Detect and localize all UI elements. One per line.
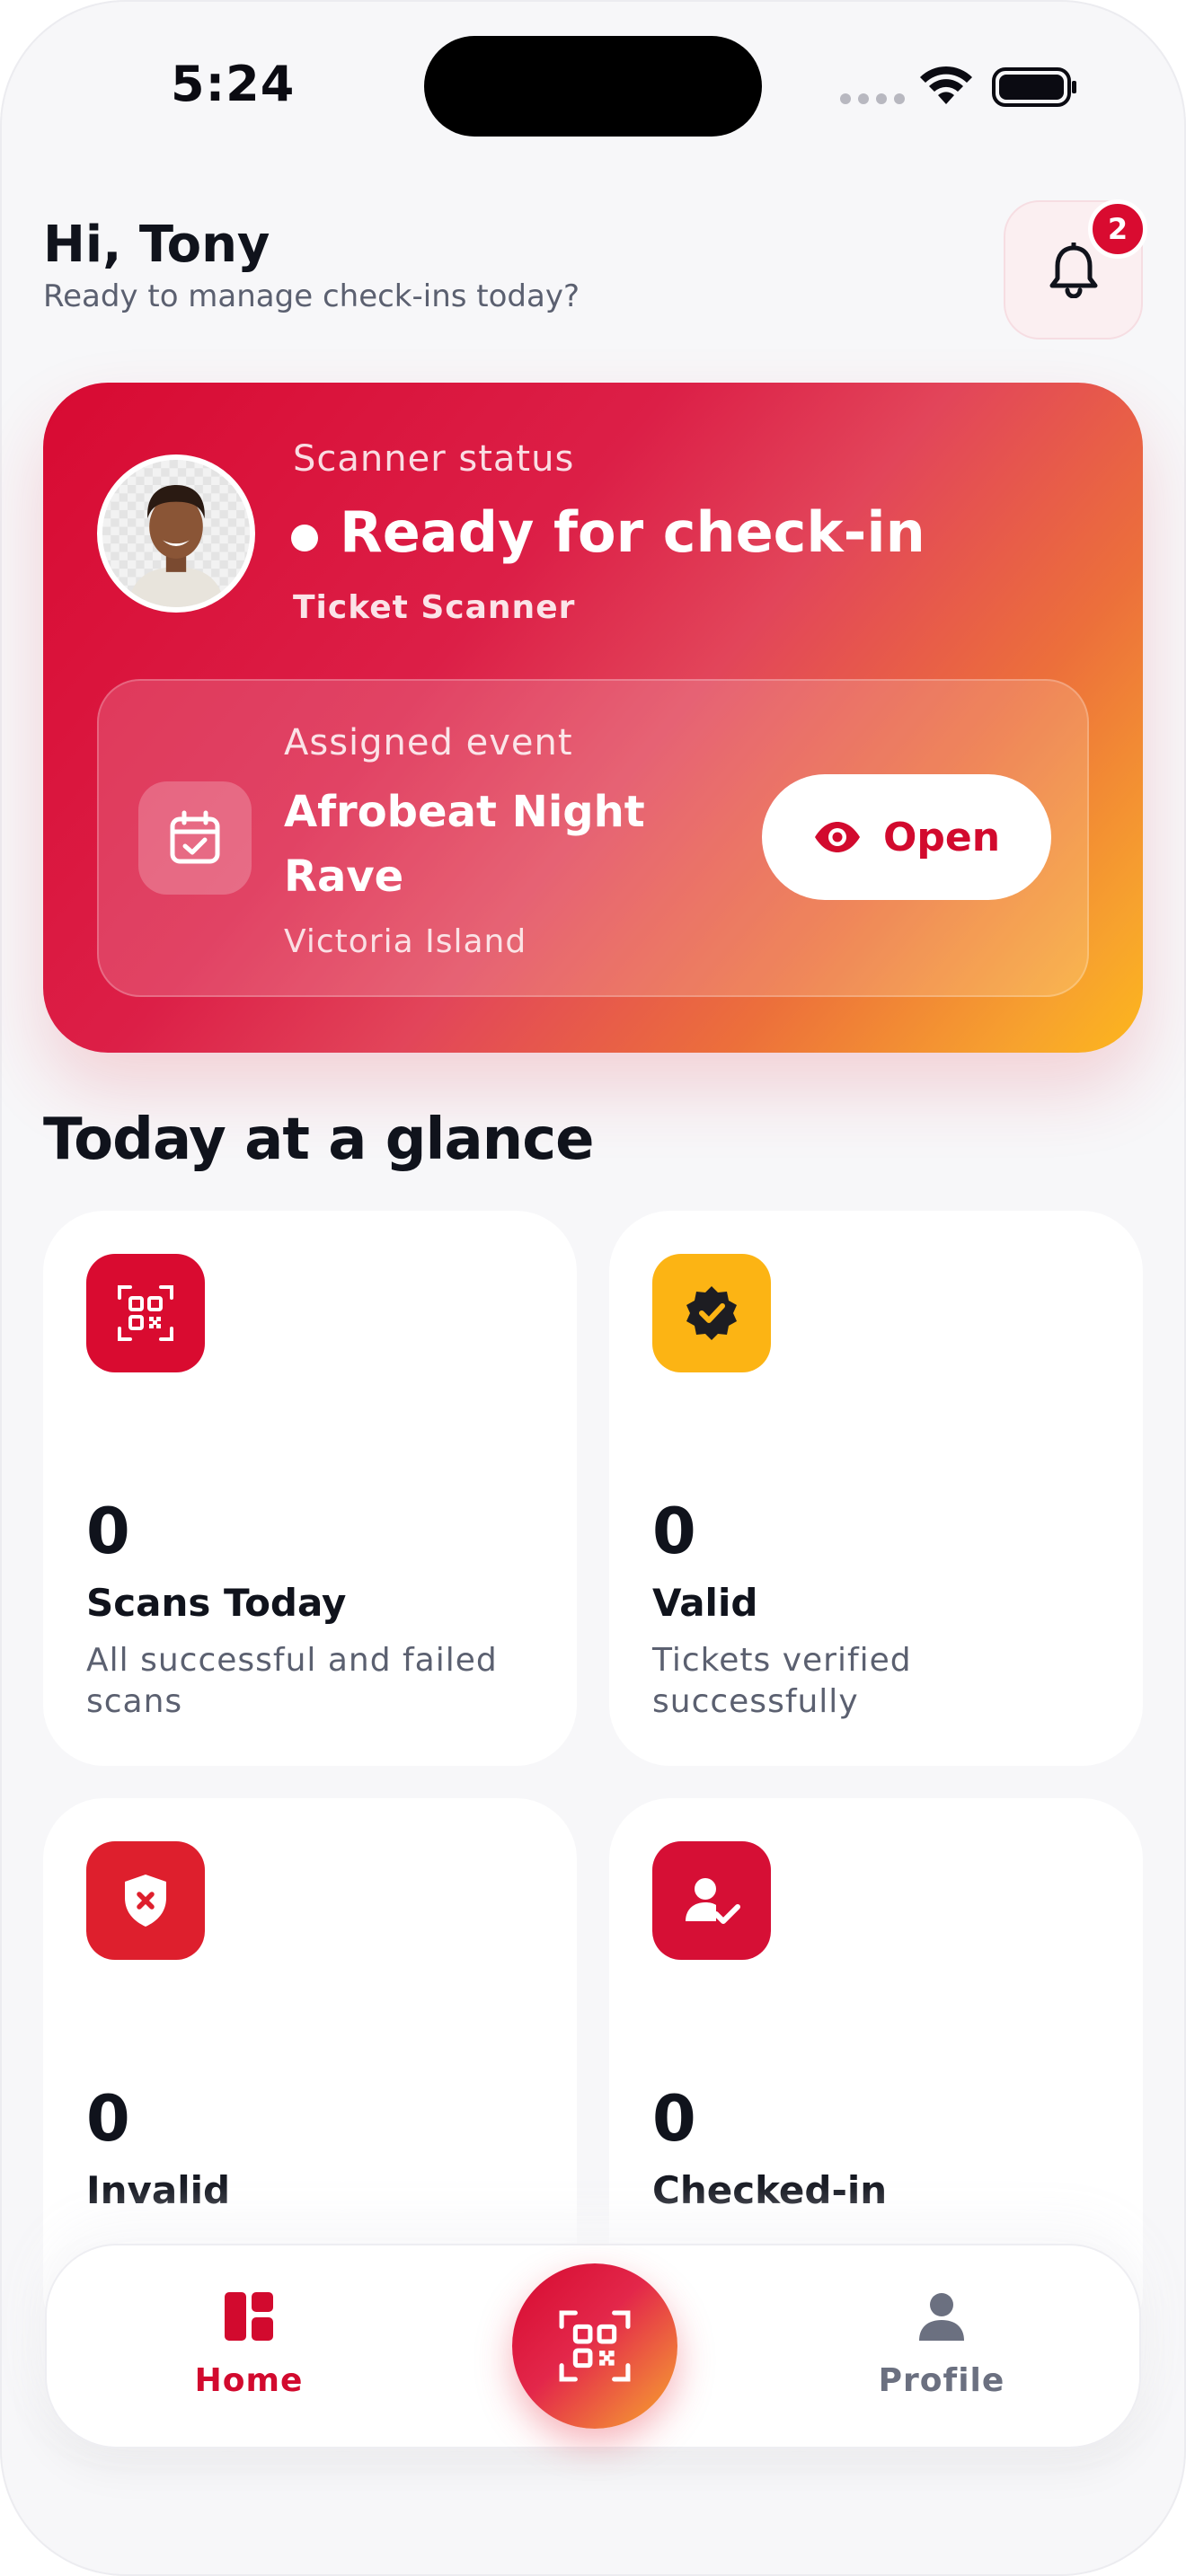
dynamic-island (424, 36, 762, 137)
shield-x-icon (125, 1875, 166, 1927)
event-name: Afrobeat Night Rave (284, 787, 645, 902)
stat-value: 0 (652, 1495, 696, 1568)
stat-description: All successful and failed scans (86, 1642, 498, 1720)
avatar (97, 454, 255, 613)
status-dot (291, 525, 318, 551)
section-title: Today at a glance (43, 1107, 595, 1173)
eye-icon (814, 822, 860, 852)
stat-description: Tickets verified successfully (652, 1642, 912, 1720)
qr-scan-icon (118, 1285, 173, 1341)
assigned-event-label: Assigned event (284, 722, 573, 763)
open-event-button[interactable]: Open (762, 774, 1051, 900)
nav-item-profile[interactable]: Profile (843, 2290, 1040, 2399)
stat-icon-tile (86, 1841, 205, 1960)
stat-title: Scans Today (86, 1581, 347, 1625)
assigned-event-panel: Assigned event Afrobeat Night Rave Victo… (97, 679, 1089, 997)
calendar-tile (138, 781, 252, 895)
notification-badge: 2 (1088, 199, 1147, 259)
scanner-role: Ticket Scanner (293, 589, 576, 626)
greeting-subtitle: Ready to manage check-ins today? (43, 278, 580, 314)
battery-icon (992, 67, 1076, 107)
user-check-icon (686, 1878, 740, 1924)
scanner-status-card: Scanner status Ready for check-in Ticket… (43, 383, 1143, 1053)
stat-title: Invalid (86, 2168, 231, 2212)
stat-value: 0 (86, 2082, 130, 2156)
stat-icon-tile (86, 1254, 205, 1372)
phone-screen: 5:24 Hi, Tony Ready to manage check-ins … (0, 0, 1186, 2576)
stat-title: Checked-in (652, 2168, 888, 2212)
nav-label-profile: Profile (878, 2362, 1005, 2399)
open-button-label: Open (882, 814, 1001, 860)
stat-card-scans-today[interactable]: 0 Scans Today All successful and failed … (43, 1211, 577, 1766)
scanner-status-label: Scanner status (293, 438, 575, 480)
stat-title: Valid (652, 1581, 758, 1625)
verified-badge-icon (686, 1286, 737, 1340)
calendar-check-icon (170, 810, 220, 864)
status-time: 5:24 (171, 56, 296, 112)
cellular-signal-icon (840, 93, 905, 104)
stat-icon-tile (652, 1254, 771, 1372)
dashboard-icon (225, 2292, 273, 2341)
bell-icon (1049, 242, 1097, 298)
bottom-navigation: Home Profile (45, 2244, 1141, 2448)
stat-card-valid[interactable]: 0 Valid Tickets verified successfully (609, 1211, 1143, 1766)
greeting-title: Hi, Tony (43, 216, 270, 274)
event-location: Victoria Island (284, 923, 527, 960)
stat-value: 0 (652, 2082, 696, 2156)
scanner-status-value: Ready for check-in (340, 499, 925, 565)
stat-icon-tile (652, 1841, 771, 1960)
nav-item-home[interactable]: Home (150, 2290, 348, 2399)
qr-scan-icon (559, 2310, 631, 2382)
stat-value: 0 (86, 1495, 130, 1568)
user-icon (919, 2293, 964, 2341)
nav-label-home: Home (194, 2362, 304, 2399)
wifi-icon (920, 66, 972, 104)
scan-ticket-button[interactable] (512, 2263, 677, 2429)
